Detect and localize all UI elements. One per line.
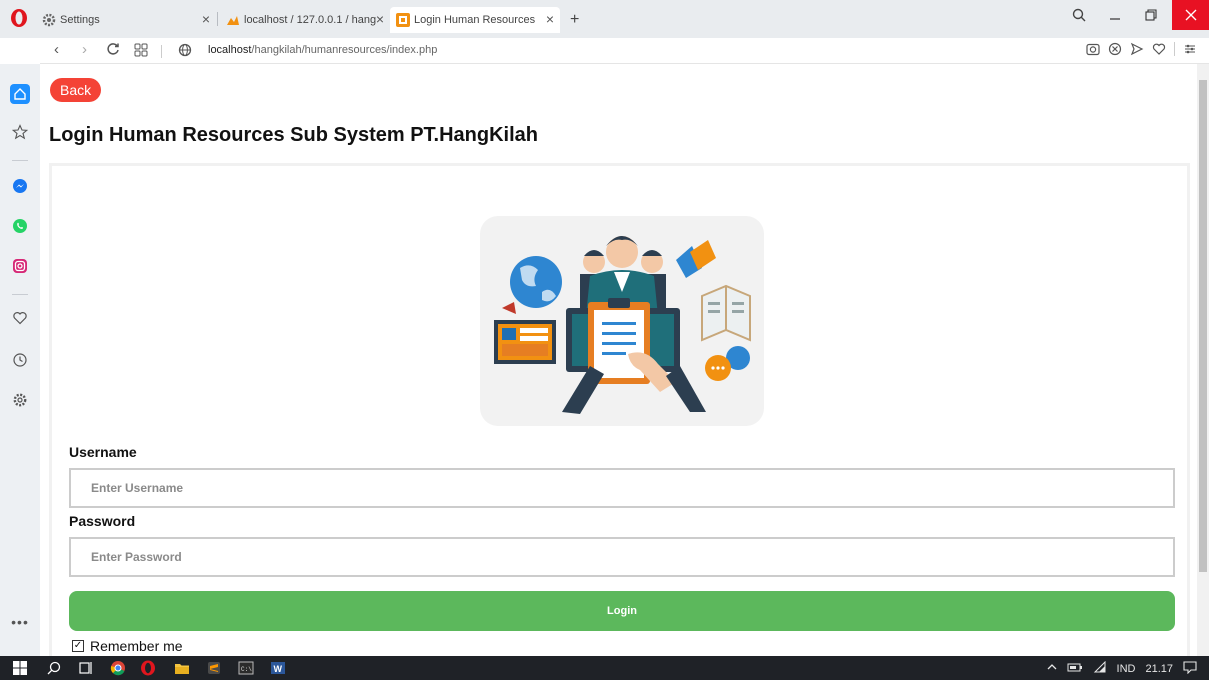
- star-icon[interactable]: [10, 122, 30, 142]
- gear-icon: [42, 13, 56, 27]
- hr-illustration: [480, 216, 764, 426]
- vertical-scrollbar[interactable]: [1197, 64, 1209, 656]
- username-label: Username: [69, 444, 137, 460]
- notifications-icon[interactable]: [1183, 660, 1197, 677]
- address-bar-actions: [1086, 42, 1197, 59]
- divider: [12, 160, 28, 161]
- remember-me-checkbox[interactable]: ✓: [72, 640, 84, 652]
- clock[interactable]: 21.17: [1145, 663, 1173, 675]
- battery-icon[interactable]: [1067, 661, 1083, 676]
- minimize-button[interactable]: [1100, 0, 1130, 30]
- tab-label: Login Human Resources: [414, 14, 536, 26]
- tab-close-icon[interactable]: ×: [546, 11, 554, 27]
- page-title: Login Human Resources Sub System PT.Hang…: [49, 124, 538, 146]
- language-indicator[interactable]: IND: [1117, 663, 1136, 675]
- more-icon[interactable]: •••: [10, 612, 30, 632]
- remember-me-label: Remember me: [90, 638, 183, 654]
- divider: [161, 45, 162, 58]
- tab-close-icon[interactable]: ×: [376, 11, 384, 27]
- svg-text:C:\: C:\: [241, 666, 252, 673]
- task-view-icon[interactable]: [78, 660, 94, 676]
- close-window-button[interactable]: [1172, 0, 1209, 30]
- home-icon[interactable]: [10, 84, 30, 104]
- username-input[interactable]: [69, 468, 1175, 508]
- back-button[interactable]: Back: [50, 78, 102, 102]
- scrollbar-thumb[interactable]: [1199, 80, 1207, 572]
- search-icon[interactable]: [46, 660, 62, 676]
- send-icon[interactable]: [1130, 42, 1144, 59]
- login-button[interactable]: Login: [69, 591, 1175, 631]
- divider: [1174, 42, 1175, 56]
- settings-gear-icon[interactable]: [10, 390, 30, 410]
- address-bar: ‹ › localhost/hangkilah/humanresources/i…: [40, 38, 1209, 64]
- globe-icon[interactable]: [178, 43, 192, 61]
- tab-separator: [217, 12, 218, 26]
- tab-phpmyadmin[interactable]: localhost / 127.0.0.1 / hang ×: [220, 7, 390, 33]
- remember-me[interactable]: ✓ Remember me: [72, 638, 183, 654]
- command-prompt-icon[interactable]: C:\: [238, 660, 254, 676]
- phpmyadmin-icon: [226, 13, 240, 27]
- messenger-icon[interactable]: [10, 176, 30, 196]
- show-hidden-icons-icon[interactable]: [1047, 662, 1057, 675]
- windows-start-icon[interactable]: [12, 660, 28, 676]
- opera-taskbar-icon[interactable]: [140, 660, 156, 676]
- opera-sidebar: •••: [0, 64, 40, 656]
- tab-settings[interactable]: Settings ×: [36, 7, 216, 33]
- instagram-icon[interactable]: [10, 256, 30, 276]
- file-explorer-icon[interactable]: [174, 660, 190, 676]
- tab-label: Settings: [60, 14, 100, 26]
- site-icon: [396, 13, 410, 27]
- whatsapp-icon[interactable]: [10, 216, 30, 236]
- my-flow-icon[interactable]: [10, 308, 30, 328]
- page-content: Back Login Human Resources Sub System PT…: [40, 64, 1197, 656]
- opera-menu-icon[interactable]: [8, 6, 30, 30]
- tab-bar: Settings × localhost / 127.0.0.1 / hang …: [0, 0, 1209, 38]
- tab-close-icon[interactable]: ×: [202, 11, 210, 27]
- reload-icon[interactable]: [106, 42, 120, 60]
- windows-taskbar: C:\ W IND 21.17: [0, 656, 1209, 680]
- restore-button[interactable]: [1136, 0, 1166, 30]
- password-label: Password: [69, 513, 136, 529]
- new-tab-button[interactable]: +: [564, 7, 588, 33]
- easy-setup-icon[interactable]: [1183, 42, 1197, 59]
- snapshot-icon[interactable]: [1086, 42, 1100, 59]
- tab-label: localhost / 127.0.0.1 / hang: [244, 14, 377, 26]
- back-nav-icon[interactable]: ‹: [54, 41, 59, 58]
- history-icon[interactable]: [10, 350, 30, 370]
- divider: [12, 294, 28, 295]
- tab-login-human-resources[interactable]: Login Human Resources ×: [390, 7, 560, 33]
- url-field[interactable]: localhost/hangkilah/humanresources/index…: [208, 44, 437, 56]
- forward-nav-icon[interactable]: ›: [82, 41, 87, 58]
- password-input[interactable]: [69, 537, 1175, 577]
- word-icon[interactable]: W: [270, 660, 286, 676]
- chrome-icon[interactable]: [110, 660, 126, 676]
- svg-text:W: W: [274, 664, 283, 674]
- ad-block-icon[interactable]: [1108, 42, 1122, 59]
- login-form: Username Password Login ✓ Remember me: [49, 163, 1190, 656]
- speed-dial-icon[interactable]: [134, 43, 148, 61]
- wifi-icon[interactable]: [1093, 660, 1107, 676]
- search-tabs-icon[interactable]: [1064, 0, 1094, 30]
- sublime-text-icon[interactable]: [206, 660, 222, 676]
- system-tray: IND 21.17: [1047, 660, 1197, 677]
- heart-icon[interactable]: [1152, 42, 1166, 59]
